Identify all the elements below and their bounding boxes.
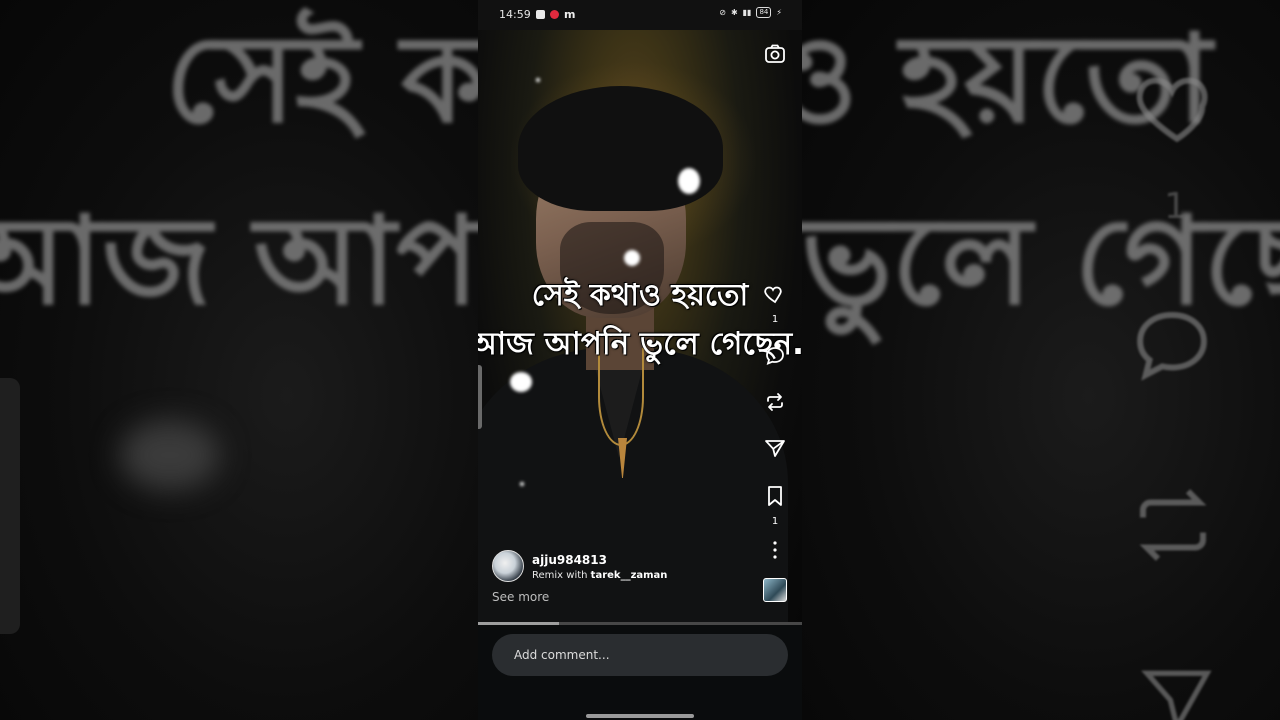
bookmark-icon[interactable] <box>763 484 787 508</box>
signal-icon: ▮▮ <box>742 8 752 17</box>
system-icons: ⊘ ✱ ▮▮ 84 ⚡ <box>719 7 782 18</box>
snowflake <box>624 250 640 266</box>
blurred-snowflake <box>120 420 220 490</box>
share-send-icon[interactable] <box>763 436 787 460</box>
side-panel-handle[interactable] <box>478 365 482 429</box>
comment-icon[interactable] <box>763 344 787 368</box>
snowflake <box>678 168 700 194</box>
more-options-icon[interactable] <box>763 538 787 562</box>
youtube-icon <box>550 10 559 19</box>
video-progress-fill <box>478 622 559 625</box>
snowflake <box>536 78 540 82</box>
caption-line-2: আজ আপনি ভুলে গেছেন. <box>478 326 802 362</box>
phone-screen: 14:59 m ⊘ ✱ ▮▮ 84 ⚡ সেই কথাও হয়তো আজ আপ… <box>478 0 802 720</box>
vibrate-icon: ⊘ <box>719 8 726 17</box>
blurred-caption-line2: আজ আপনি ভুলে গেছেন. <box>0 190 478 332</box>
remix-credit: Remix with tarek__zaman <box>532 570 667 581</box>
bookmark-count: 1 <box>771 516 779 527</box>
author-info: ajju984813 Remix with tarek__zaman <box>492 550 742 584</box>
caption-line-1: সেই কথাও হয়তো <box>531 278 749 313</box>
battery-indicator: 84 <box>756 7 772 18</box>
audio-thumbnail[interactable] <box>763 578 787 602</box>
blurred-comment-icon <box>1137 311 1207 381</box>
snowflake <box>510 372 532 392</box>
author-username[interactable]: ajju984813 <box>532 553 607 567</box>
screen: সেই কথাও হয়তো আজ আপনি ভুলে গেছেন. সেই ক… <box>0 0 1280 720</box>
heart-icon[interactable] <box>763 282 787 306</box>
comment-input[interactable] <box>492 634 788 676</box>
snowflake <box>520 482 524 486</box>
blurred-send-icon <box>1141 670 1212 720</box>
facebook-icon <box>536 10 545 19</box>
bluetooth-icon: ✱ <box>730 8 738 17</box>
notification-icons: m <box>536 8 575 21</box>
remix-username[interactable]: tarek__zaman <box>591 570 668 581</box>
author-avatar[interactable] <box>492 550 524 582</box>
comment-bar[interactable] <box>492 634 788 676</box>
remix-prefix: Remix with <box>532 570 588 581</box>
blurred-panel-edge <box>0 378 20 634</box>
blurred-background-right: সেই কথাও হয়তো আজ আপনি ভুলে গেছেন. 1 <box>802 0 1280 720</box>
blurred-repost-icon <box>1139 489 1207 561</box>
status-time: 14:59 <box>499 8 531 21</box>
blurred-like-count: 1 <box>1164 186 1187 227</box>
see-more-link[interactable]: See more <box>492 590 549 604</box>
blurred-heart-icon <box>1136 77 1208 143</box>
blurred-background-left: সেই কথাও হয়তো আজ আপনি ভুলে গেছেন. <box>0 0 478 720</box>
messenger-icon: m <box>564 8 576 21</box>
reel-video[interactable]: সেই কথাও হয়তো আজ আপনি ভুলে গেছেন. <box>478 30 802 624</box>
charging-icon: ⚡ <box>776 8 782 17</box>
repost-icon[interactable] <box>763 390 787 414</box>
video-progress-bar[interactable] <box>478 622 802 625</box>
camera-icon[interactable] <box>763 42 787 66</box>
home-indicator[interactable] <box>586 714 694 718</box>
like-count: 1 <box>771 314 779 325</box>
status-bar: 14:59 m ⊘ ✱ ▮▮ 84 ⚡ <box>478 0 802 30</box>
blurred-caption-line1: সেই কথাও হয়তো <box>165 8 478 150</box>
